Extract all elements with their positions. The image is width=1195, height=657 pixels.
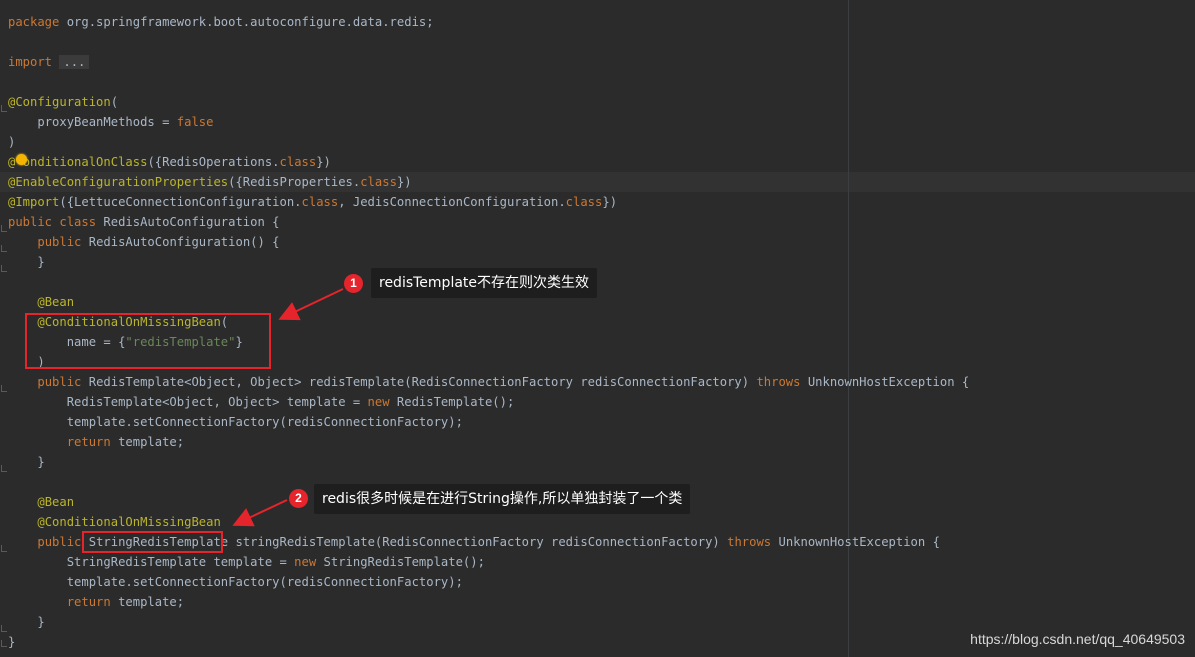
import-fold[interactable]: ...: [59, 55, 90, 69]
code-line: StringRedisTemplate template = new Strin…: [66, 555, 485, 569]
fold-marker-icon[interactable]: [1, 385, 7, 392]
watermark: https://blog.csdn.net/qq_40649503: [970, 631, 1185, 647]
code-line: public RedisAutoConfiguration() {: [37, 235, 280, 249]
code-line: template.setConnectionFactory(redisConne…: [66, 575, 463, 589]
code-line: return template;: [66, 435, 185, 449]
code-line: }: [8, 635, 16, 649]
fold-marker-icon[interactable]: [1, 465, 7, 472]
code-line: public RedisTemplate<Object, Object> red…: [37, 375, 970, 389]
fold-marker-icon[interactable]: [1, 245, 7, 252]
fold-marker-icon[interactable]: [1, 545, 7, 552]
code-line: proxyBeanMethods = false: [37, 115, 214, 129]
code-line: package org.springframework.boot.autocon…: [8, 15, 434, 29]
highlight-box-string-redis-template: [82, 531, 223, 553]
fold-marker-icon[interactable]: [1, 225, 7, 232]
code-line: import ...: [0, 52, 969, 72]
code-line: @Import({LettuceConnectionConfiguration.…: [8, 195, 618, 209]
highlight-box-conditional-bean: [25, 313, 271, 369]
code-line: @Configuration(: [8, 95, 119, 109]
callout-number-1: 1: [344, 274, 363, 293]
callout-number-2: 2: [289, 489, 308, 508]
code-line: @ onditionalOnClass({RedisOperations.cla…: [8, 155, 331, 169]
code-line: @ConditionalOnMissingBean: [37, 515, 221, 529]
callout-text-1: redisTemplate不存在则次类生效: [371, 268, 598, 298]
fold-marker-icon[interactable]: [1, 265, 7, 272]
code-line: public class RedisAutoConfiguration {: [8, 215, 280, 229]
code-line: ): [8, 135, 16, 149]
code-line: @EnableConfigurationProperties({RedisPro…: [8, 175, 412, 189]
code-line: }: [37, 615, 45, 629]
callout-text-2: redis很多时候是在进行String操作,所以单独封装了一个类: [314, 484, 691, 514]
code-line: template.setConnectionFactory(redisConne…: [66, 415, 463, 429]
lightbulb-icon[interactable]: [16, 154, 27, 165]
code-line: RedisTemplate<Object, Object> template =…: [66, 395, 515, 409]
fold-marker-icon[interactable]: [1, 625, 7, 632]
code-line: return template;: [66, 595, 185, 609]
code-line: }: [37, 455, 45, 469]
fold-marker-icon[interactable]: [1, 105, 7, 112]
fold-marker-icon[interactable]: [1, 640, 7, 647]
